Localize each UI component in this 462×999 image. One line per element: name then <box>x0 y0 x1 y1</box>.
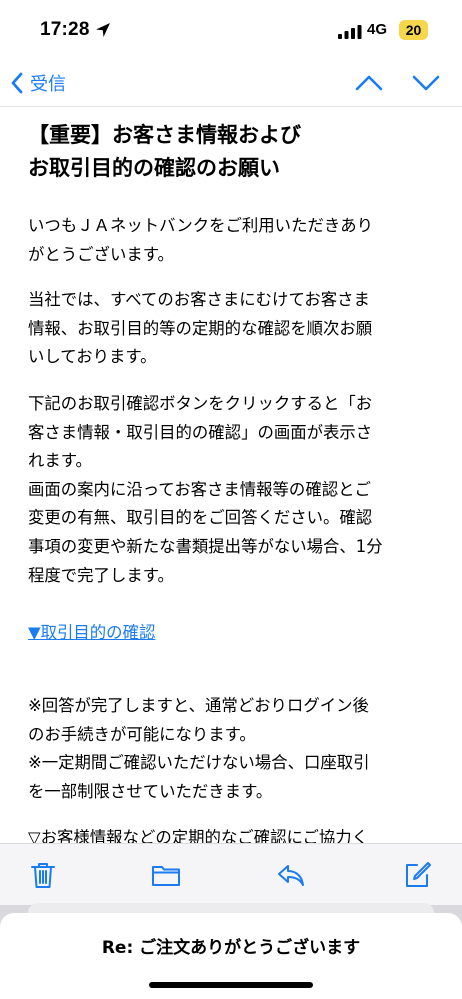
email-paragraph: 下記のお取引確認ボタンをクリックすると「お 客さま情報・取引目的の確認」の画面が… <box>28 394 383 585</box>
email-body[interactable]: 【重要】お客さま情報および お取引目的の確認のお願い いつもＪＡネットバンクをご… <box>0 107 462 843</box>
location-arrow-icon <box>96 23 110 37</box>
status-time: 17:28 <box>40 19 90 40</box>
nav-bar: 受信 <box>0 60 462 107</box>
email-paragraph: ※回答が完了しますと、通常どおりログイン後 のお手続きが可能になります。 ※一定… <box>28 696 370 801</box>
draft-title: Re: ご注文ありがとうございます <box>101 938 361 958</box>
cellular-signal-icon <box>338 25 362 39</box>
home-indicator[interactable] <box>149 982 313 988</box>
email-subject: 【重要】お客さま情報および お取引目的の確認のお願い <box>28 123 301 180</box>
status-bar: 17:28 4G 20 <box>0 0 462 60</box>
back-label: 受信 <box>30 74 66 95</box>
email-paragraph: ▽お客様情報などの定期的なご確認にご協力く <box>28 828 369 843</box>
chevron-down-icon[interactable] <box>412 72 440 94</box>
bottom-toolbar <box>0 843 462 906</box>
folder-icon[interactable] <box>151 860 181 890</box>
chevron-up-icon[interactable] <box>355 72 383 94</box>
battery-icon: 20 <box>399 20 428 40</box>
email-paragraph: 当社では、すべてのお客さまにむけてお客さま 情報、お取引目的等の定期的な確認を順… <box>28 290 373 367</box>
back-to-inbox-button[interactable]: 受信 <box>10 68 66 98</box>
chevron-left-icon <box>11 72 23 94</box>
reply-icon[interactable] <box>276 860 306 890</box>
network-type-label: 4G <box>367 21 388 38</box>
email-paragraph: いつもＪＡネットバンクをご利用いただきあり がとうございます。 <box>28 216 374 264</box>
trash-icon[interactable] <box>28 860 58 890</box>
battery-level: 20 <box>405 22 422 38</box>
transaction-purpose-link[interactable]: ▼取引目的の確認 <box>28 619 155 648</box>
compose-icon[interactable] <box>402 860 432 890</box>
minimized-draft-sheet[interactable]: Re: ご注文ありがとうございます <box>0 913 462 999</box>
